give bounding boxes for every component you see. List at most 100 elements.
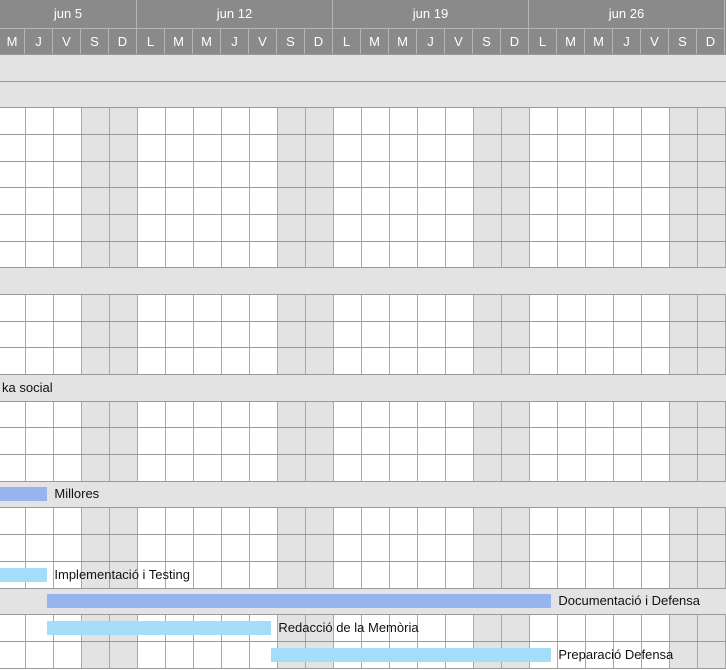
weekend-cell (501, 321, 529, 347)
grid-line (613, 507, 614, 534)
grid-line (613, 134, 614, 161)
grid-line (277, 321, 278, 347)
grid-line (165, 507, 166, 534)
grid-line (25, 454, 26, 481)
grid-line (389, 561, 390, 588)
grid-line (641, 561, 642, 588)
grid-line (249, 561, 250, 588)
grid-line (501, 187, 502, 214)
grid-line (221, 347, 222, 374)
grid-line (417, 561, 418, 588)
weekend-cell (473, 347, 501, 374)
grid-line (81, 134, 82, 161)
grid-line (109, 534, 110, 561)
grid-line (641, 214, 642, 241)
task-bar-label: Documentació i Defensa (558, 593, 701, 608)
day-header: M (0, 28, 25, 54)
grid-line (697, 294, 698, 321)
weekend-cell (473, 321, 501, 347)
grid-line (557, 614, 558, 641)
grid-line (557, 507, 558, 534)
grid-line (249, 641, 250, 668)
grid-line (445, 294, 446, 321)
grid-line (333, 187, 334, 214)
group-row (0, 267, 726, 294)
grid-line (417, 187, 418, 214)
weekend-cell (109, 454, 137, 481)
grid-line (529, 427, 530, 454)
grid-line (81, 507, 82, 534)
week-header: jun 26 (529, 0, 725, 28)
weekend-cell (697, 294, 725, 321)
grid-line (277, 401, 278, 427)
grid-line (613, 534, 614, 561)
task-bar[interactable] (47, 620, 272, 635)
grid-line (389, 507, 390, 534)
weekend-cell (81, 241, 109, 267)
weekend-cell (81, 321, 109, 347)
grid-line (529, 561, 530, 588)
weekend-cell (81, 427, 109, 454)
grid-line (221, 241, 222, 267)
day-header: S (277, 28, 305, 54)
grid-line (501, 401, 502, 427)
weekend-cell (109, 641, 137, 668)
grid-line (249, 107, 250, 134)
task-bar[interactable] (0, 567, 48, 582)
task-bar[interactable] (271, 647, 552, 662)
grid-line (361, 134, 362, 161)
grid-line (221, 187, 222, 214)
grid-line (417, 454, 418, 481)
weekend-cell (109, 507, 137, 534)
grid-line (445, 507, 446, 534)
grid-line (333, 401, 334, 427)
weekend-cell (109, 161, 137, 187)
grid-line (193, 401, 194, 427)
grid-line (25, 161, 26, 187)
grid-line (389, 427, 390, 454)
grid-line (389, 401, 390, 427)
group-row (0, 374, 726, 401)
weekend-cell (277, 561, 305, 588)
grid-line (333, 214, 334, 241)
grid-line (221, 401, 222, 427)
grid-line (109, 347, 110, 374)
weekend-cell (501, 134, 529, 161)
weekend-cell (501, 294, 529, 321)
grid-line (613, 161, 614, 187)
grid-line (669, 534, 670, 561)
weekend-cell (473, 454, 501, 481)
weekend-cell (305, 294, 333, 321)
grid-line (137, 321, 138, 347)
grid-line (389, 241, 390, 267)
grid-line (501, 134, 502, 161)
grid-line (529, 321, 530, 347)
grid-line (81, 107, 82, 134)
grid-line (529, 534, 530, 561)
grid-line (137, 161, 138, 187)
grid-line (669, 161, 670, 187)
grid-line (697, 614, 698, 641)
grid-line (445, 134, 446, 161)
grid-line (305, 161, 306, 187)
grid-line (557, 401, 558, 427)
grid-line (697, 107, 698, 134)
weekend-cell (81, 641, 109, 668)
grid-line (53, 427, 54, 454)
grid-line (361, 534, 362, 561)
grid-line (249, 161, 250, 187)
grid-line (389, 161, 390, 187)
task-bar[interactable] (0, 487, 48, 501)
grid-line (81, 294, 82, 321)
day-header: V (445, 28, 473, 54)
grid-line (249, 187, 250, 214)
weekend-cell (277, 107, 305, 134)
grid-line (585, 241, 586, 267)
day-header: V (249, 28, 277, 54)
task-bar[interactable] (47, 594, 552, 608)
grid-line (417, 134, 418, 161)
grid-line (585, 507, 586, 534)
grid-line (473, 134, 474, 161)
grid-line (613, 187, 614, 214)
weekend-cell (473, 134, 501, 161)
